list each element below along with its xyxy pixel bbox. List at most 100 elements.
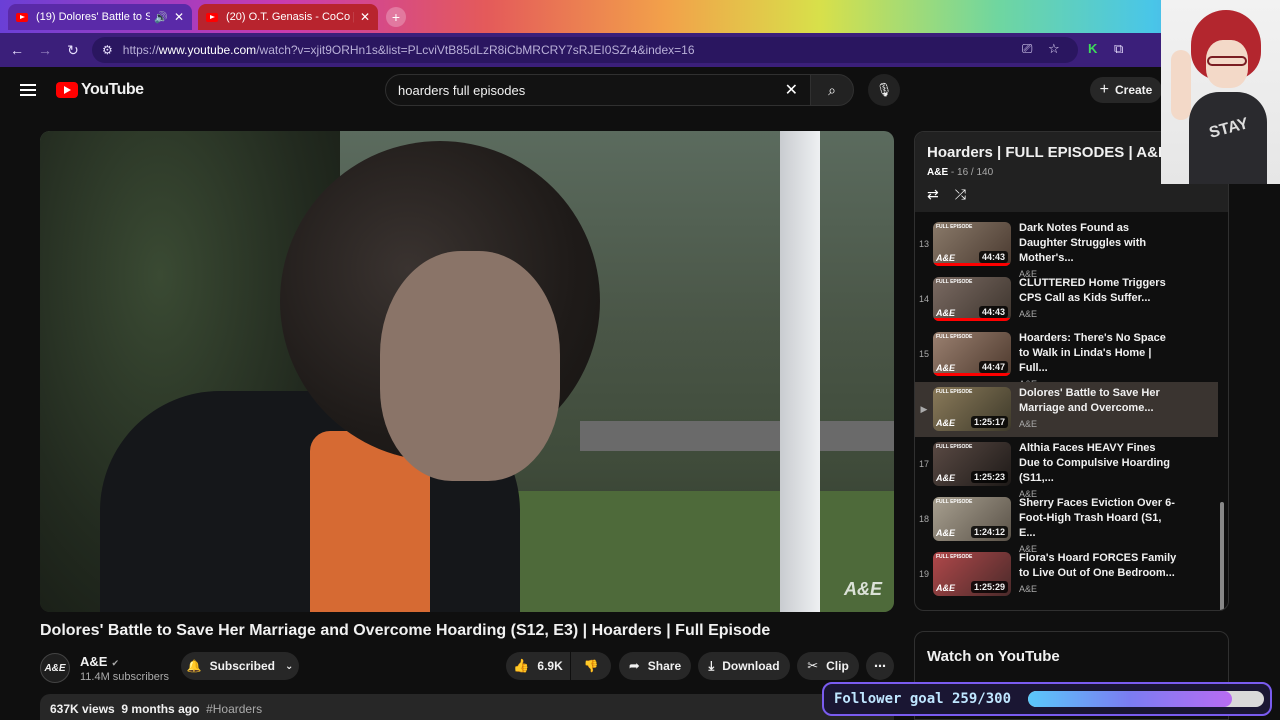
like-count: 6.9K xyxy=(537,659,563,673)
address-bar-row: ← → ↻ ⚙ https://www.youtube.com/watch?v=… xyxy=(0,33,1280,67)
playlist-item-index: 13 xyxy=(918,239,929,249)
microphone-icon: 🎙 xyxy=(875,82,893,97)
scissors-icon: ✂ xyxy=(807,658,819,673)
follower-goal-widget: Follower goal 259/300 xyxy=(822,682,1272,716)
download-icon: ⤓ xyxy=(708,658,715,673)
youtube-logo[interactable]: YouTube xyxy=(56,81,144,99)
create-button[interactable]: + Create xyxy=(1090,77,1162,103)
url-host: www.youtube.com xyxy=(158,43,257,57)
playlist-item-index: 15 xyxy=(918,349,929,359)
video-frame-tent-pole xyxy=(780,131,820,612)
shuffle-icon[interactable]: ⤮ xyxy=(955,186,966,203)
subscribed-button[interactable]: 🔔 Subscribed ⌄ xyxy=(181,652,299,680)
follower-goal-fill xyxy=(1028,691,1232,707)
playlist-item-title: Sherry Faces Eviction Over 6-Foot-High T… xyxy=(1019,497,1175,539)
clear-search-icon[interactable]: ✕ xyxy=(785,80,798,100)
clip-label: Clip xyxy=(826,659,849,673)
thumbs-down-icon: 👎 xyxy=(583,659,599,673)
voice-search-button[interactable]: 🎙 xyxy=(868,74,900,106)
bookmark-star-icon[interactable]: ☆ xyxy=(1048,41,1060,57)
webcam-avatar-arm xyxy=(1171,50,1191,120)
playlist-items: 13 FULL EPISODE A&E 44:43 Dark Notes Foun… xyxy=(915,212,1228,610)
playlist-item[interactable]: 15 FULL EPISODE A&E 44:47 Hoarders: There… xyxy=(915,327,1218,389)
more-actions-button[interactable]: ⋯ xyxy=(866,652,894,680)
subscriber-count: 11.4M subscribers xyxy=(80,670,170,683)
extension-k-icon[interactable]: K xyxy=(1088,41,1097,56)
duration-badge: 44:43 xyxy=(978,306,1008,318)
playlist-scrollbar[interactable] xyxy=(1220,502,1224,610)
playlist-item-title: Flora's Hoard FORCES Family to Live Out … xyxy=(1019,552,1177,579)
follower-goal-text: Follower goal 259/300 xyxy=(834,691,1012,707)
url-field[interactable]: ⚙ https://www.youtube.com/watch?v=xjit9O… xyxy=(92,37,1078,63)
video-frame-table xyxy=(580,421,894,451)
duration-badge: 1:25:29 xyxy=(970,581,1008,593)
share-button[interactable]: ➦ Share xyxy=(619,652,691,680)
youtube-favicon-icon xyxy=(206,12,218,22)
share-label: Share xyxy=(647,659,682,673)
channel-watermark: A&E xyxy=(843,579,882,599)
playlist-item-thumbnail: FULL EPISODE A&E 1:25:23 xyxy=(933,442,1011,486)
watch-progress-bar xyxy=(933,373,1011,376)
loop-icon[interactable]: ⇄ xyxy=(927,186,939,203)
tab-title: (20) O.T. Genasis - CoCo [Offici xyxy=(226,11,354,23)
cast-icon[interactable]: ⎚ xyxy=(1022,41,1032,57)
logo-text: YouTube xyxy=(81,81,144,98)
download-button[interactable]: ⤓ Download xyxy=(698,652,790,680)
upload-age: 9 months ago xyxy=(121,702,200,716)
search-input[interactable]: hoarders full episodes ✕ xyxy=(385,74,811,106)
menu-hamburger-icon[interactable] xyxy=(20,84,36,96)
youtube-favicon-icon xyxy=(16,12,28,22)
playlist-item-current[interactable]: ▶ FULL EPISODE A&E 1:25:17 Dolores' Battl… xyxy=(915,382,1218,437)
playlist-item[interactable]: 19 FULL EPISODE A&E 1:25:29 Flora's Hoard… xyxy=(915,547,1218,602)
extensions-puzzle-icon[interactable]: ⧉ xyxy=(1114,41,1123,57)
playlist-item-title: Althia Faces HEAVY Fines Due to Compulsi… xyxy=(1019,442,1170,484)
duration-badge: 1:24:12 xyxy=(970,526,1008,538)
like-button[interactable]: 👍 6.9K xyxy=(506,652,570,680)
channel-avatar[interactable]: A&E xyxy=(40,653,70,683)
site-info-icon[interactable]: ⚙ xyxy=(102,43,113,57)
close-tab-icon[interactable]: ✕ xyxy=(174,10,184,24)
tab-title: (19) Dolores' Battle to Save xyxy=(36,11,151,23)
new-tab-button[interactable]: + xyxy=(386,7,406,27)
speaker-icon[interactable]: 🔊 xyxy=(154,11,168,24)
duration-badge: 44:47 xyxy=(978,361,1008,373)
follower-goal-track xyxy=(1028,691,1264,707)
playlist-item-channel: A&E xyxy=(1019,419,1038,429)
playlist-item-thumbnail: FULL EPISODE A&E 1:25:17 xyxy=(933,387,1011,431)
playlist-item[interactable]: 17 FULL EPISODE A&E 1:25:23 Althia Faces … xyxy=(915,437,1218,499)
back-icon[interactable]: ← xyxy=(8,41,26,59)
playlist-item-channel: A&E xyxy=(1019,584,1038,594)
forward-icon[interactable]: → xyxy=(36,41,54,59)
playlist-position: - 16 / 140 xyxy=(950,167,994,178)
playlist-item-channel: A&E xyxy=(1019,309,1038,319)
url-path: /watch?v=xjit9ORHn1s&list=PLcviVtB85dLzR… xyxy=(256,43,695,57)
description-box[interactable]: 637K views 9 months ago #Hoarders xyxy=(40,694,894,720)
clip-button[interactable]: ✂ Clip xyxy=(797,652,859,680)
dislike-button[interactable]: 👎 xyxy=(571,652,611,680)
playlist-item-thumbnail: FULL EPISODE A&E 44:43 xyxy=(933,277,1011,321)
close-tab-icon[interactable]: ✕ xyxy=(360,10,370,24)
video-player[interactable]: A&E xyxy=(40,131,894,612)
browser-tab-strip: (19) Dolores' Battle to Save 🔊 ✕ (20) O.… xyxy=(0,0,1280,33)
browser-tab-active[interactable]: (19) Dolores' Battle to Save 🔊 ✕ xyxy=(8,4,192,30)
playlist-item[interactable]: 18 FULL EPISODE A&E 1:24:12 Sherry Faces … xyxy=(915,492,1218,554)
watch-on-youtube-label: Watch on YouTube xyxy=(927,648,1060,665)
search-button[interactable]: ⌕ xyxy=(810,74,854,106)
playlist-item[interactable]: 13 FULL EPISODE A&E 44:43 Dark Notes Foun… xyxy=(915,217,1218,279)
reload-icon[interactable]: ↻ xyxy=(64,41,82,59)
playlist-item-index: 17 xyxy=(918,459,929,469)
watch-progress-bar xyxy=(933,318,1011,321)
duration-badge: 1:25:23 xyxy=(970,471,1008,483)
playlist-owner[interactable]: A&E xyxy=(927,167,948,178)
hashtag-link[interactable]: #Hoarders xyxy=(206,702,262,716)
share-icon: ➦ xyxy=(628,658,640,673)
youtube-header: YouTube hoarders full episodes ✕ ⌕ 🎙 + C… xyxy=(0,67,1280,115)
channel-name[interactable]: A&E ✔ xyxy=(80,654,169,669)
search-icon: ⌕ xyxy=(828,81,836,98)
subscribed-label: Subscribed xyxy=(209,659,275,673)
playlist-item[interactable]: 14 FULL EPISODE A&E 44:43 CLUTTERED Home … xyxy=(915,272,1218,327)
playlist-item-thumbnail: FULL EPISODE A&E 44:43 xyxy=(933,222,1011,266)
url-prefix: https:// xyxy=(122,43,159,57)
bell-icon: 🔔 xyxy=(186,659,202,673)
browser-tab-inactive[interactable]: (20) O.T. Genasis - CoCo [Offici ✕ xyxy=(198,4,378,30)
